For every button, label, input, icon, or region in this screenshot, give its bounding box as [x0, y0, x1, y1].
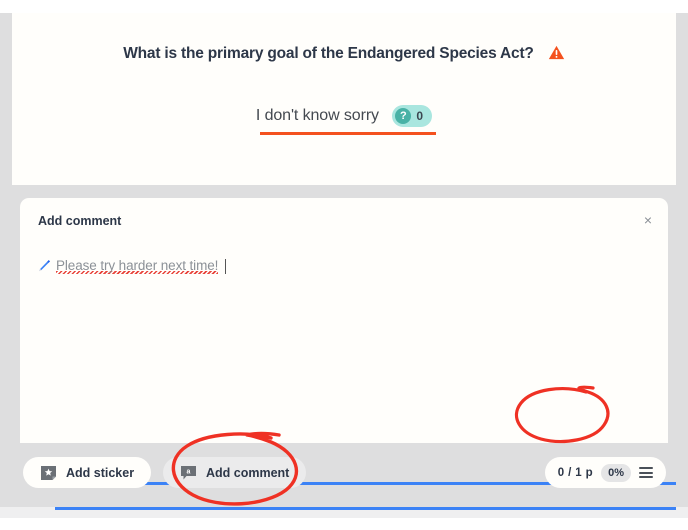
add-sticker-button[interactable]: Add sticker — [23, 457, 152, 488]
hamburger-menu-icon[interactable] — [639, 465, 653, 481]
page-title: What is the primary goal of the Endanger… — [12, 45, 676, 63]
svg-text:a: a — [187, 468, 191, 475]
pen-icon — [36, 259, 51, 274]
add-comment-label: Add comment — [206, 465, 290, 480]
question-card: What is the primary goal of the Endanger… — [12, 13, 676, 185]
close-icon[interactable]: × — [644, 213, 652, 227]
panel-title: Add comment — [38, 214, 122, 228]
editor-rule-2 — [55, 507, 676, 510]
question-mark-icon: ? — [395, 108, 412, 124]
answer-text: I don't know sorry — [255, 107, 379, 124]
answer-underline — [259, 132, 437, 135]
progress-badge: 0% — [601, 463, 631, 482]
answer-block[interactable]: I don't know sorry ? 0 — [255, 105, 437, 135]
text-caret — [225, 258, 227, 274]
sticker-star-icon — [40, 465, 57, 481]
add-comment-panel: Add comment × Please try harder next tim… — [20, 198, 676, 510]
warning-triangle-icon — [548, 45, 565, 60]
comment-editor[interactable]: Please try harder next time! — [36, 258, 656, 274]
add-sticker-label: Add sticker — [66, 465, 135, 480]
comment-bubble-icon: a — [180, 465, 197, 481]
question-text: What is the primary goal of the Endanger… — [123, 45, 534, 62]
add-comment-button[interactable]: a Add comment — [163, 457, 307, 488]
page-counter: 0 / 1 p — [557, 466, 594, 479]
comment-input-value: Please try harder next time! — [56, 258, 219, 274]
answer-score-badge[interactable]: ? 0 — [392, 105, 433, 127]
answer-score-value: 0 — [416, 109, 424, 123]
app-root: What is the primary goal of the Endanger… — [0, 0, 688, 530]
answer-row: I don't know sorry ? 0 — [12, 105, 676, 135]
status-group: 0 / 1 p 0% — [544, 457, 666, 488]
